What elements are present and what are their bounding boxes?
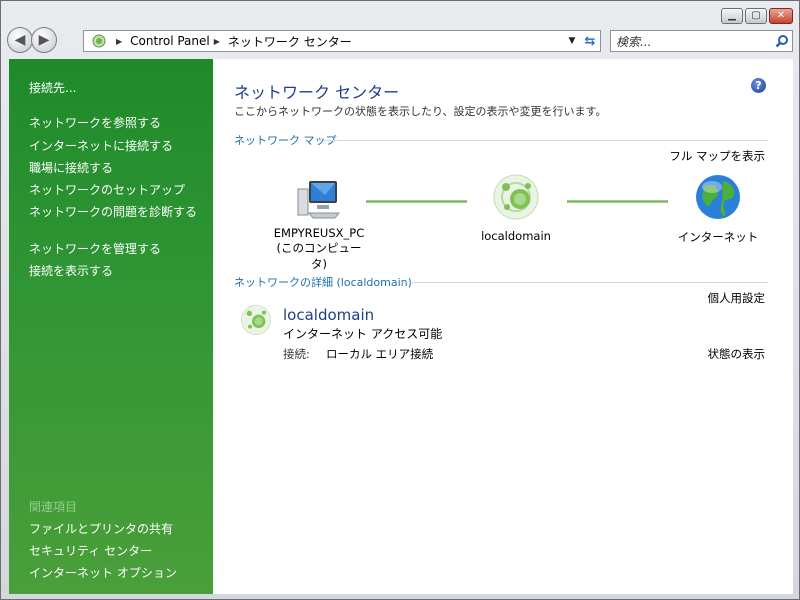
sidebar-link-security-center[interactable]: セキュリティ センター [29,542,152,559]
network-icon [241,305,271,335]
computer-subtitle: (このコンピュータ) [276,241,362,271]
forward-button[interactable]: ▶ [31,27,57,53]
view-full-map-link[interactable]: フル マップを表示 [669,148,765,164]
network-details-header: ネットワークの詳細 (localdomain) [234,276,412,289]
window: ▁ ▢ ✕ ◀ ▶ ▶ Control Panel ▶ ネットワーク センター … [0,0,800,600]
network-center-icon [90,33,108,49]
map-connector-line [366,200,467,203]
map-connector-line [567,200,668,203]
connection-value: ローカル エリア接続 [326,347,434,361]
minimize-button[interactable]: ▁ [721,8,743,24]
help-icon[interactable]: ? [751,78,766,93]
customize-link[interactable]: 個人用設定 [708,290,766,306]
sidebar-link-connect-internet[interactable]: インターネットに接続する [29,137,173,154]
address-bar[interactable]: ▶ Control Panel ▶ ネットワーク センター ▼ ⇆ [83,30,601,52]
computer-icon [297,181,341,219]
maximize-button[interactable]: ▢ [745,8,767,24]
sidebar-link-view-connections[interactable]: 接続を表示する [29,262,113,279]
sidebar-link-connect-to[interactable]: 接続先... [29,79,76,96]
view-status-link[interactable]: 状態の表示 [708,346,766,362]
connection-label: 接続: [283,347,310,361]
task-pane: 接続先... ネットワークを参照する インターネットに接続する 職場に接続する … [9,59,213,594]
refresh-icon[interactable]: ⇆ [580,34,600,49]
address-dropdown-icon[interactable]: ▼ [564,36,580,46]
page-title: ネットワーク センター [234,83,400,102]
title-bar: ▁ ▢ ✕ [1,1,799,27]
network-name: localdomain [481,229,551,243]
map-node-internet[interactable]: インターネット [668,173,768,245]
forward-arrow-icon: ▶ [38,32,50,48]
sidebar-link-view-computers[interactable]: ネットワークを参照する [29,114,161,131]
breadcrumb-network-center[interactable]: ネットワーク センター [228,33,352,50]
related-header: 関連項目 [29,500,78,514]
search-icon[interactable] [772,34,792,48]
map-node-computer[interactable]: EMPYREUSX_PC (このコンピュータ) [269,177,369,272]
close-button[interactable]: ✕ [769,8,793,24]
globe-icon [696,175,740,219]
breadcrumb-chevron-icon: ▶ [213,36,220,46]
nav-arrows: ◀ ▶ [7,27,57,53]
back-button[interactable]: ◀ [7,27,33,53]
search-box[interactable]: 検索... [610,30,793,52]
sidebar-link-diagnose[interactable]: ネットワークの問題を診断する [29,203,197,220]
page-description: ここからネットワークの状態を表示したり、設定の表示や変更を行います。 [234,105,607,118]
detail-network-name: localdomain [283,306,375,324]
sidebar-link-setup-network[interactable]: ネットワークのセットアップ [29,181,185,198]
back-arrow-icon: ◀ [14,32,26,48]
sidebar-link-manage-networks[interactable]: ネットワークを管理する [29,240,161,257]
map-node-network[interactable]: localdomain [466,173,566,243]
network-icon [493,174,539,220]
internet-label: インターネット [677,230,759,244]
network-map-header: ネットワーク マップ [234,134,337,147]
breadcrumb-control-panel[interactable]: Control Panel [130,34,210,48]
search-input[interactable]: 検索... [611,33,772,50]
divider [323,140,768,141]
sidebar-link-internet-options[interactable]: インターネット オプション [29,564,177,581]
computer-name: EMPYREUSX_PC [273,226,365,240]
window-controls: ▁ ▢ ✕ [721,8,793,24]
main-content: ネットワーク センター ここからネットワークの状態を表示したり、設定の表示や変更… [213,59,793,594]
divider [401,282,768,283]
breadcrumb-chevron-icon: ▶ [116,36,123,46]
sidebar-link-file-sharing[interactable]: ファイルとプリンタの共有 [29,520,173,537]
sidebar-link-connect-workplace[interactable]: 職場に接続する [29,159,113,176]
navigation-bar: ◀ ▶ ▶ Control Panel ▶ ネットワーク センター ▼ ⇆ 検索… [1,27,799,57]
detail-access-status: インターネット アクセス可能 [283,327,443,341]
